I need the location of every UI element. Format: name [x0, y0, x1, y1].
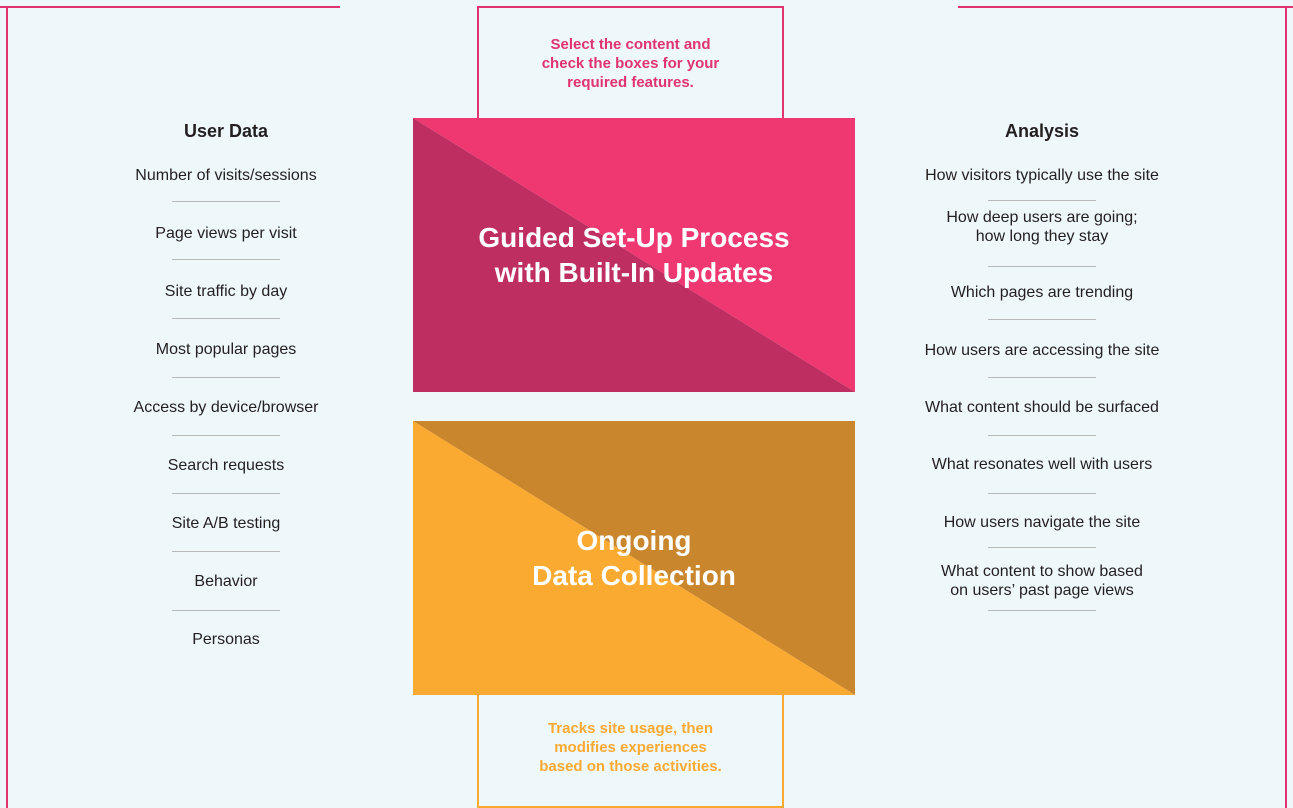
divider [988, 435, 1096, 436]
divider [172, 201, 280, 202]
analysis-column: Analysis How visitors typically use the … [889, 120, 1195, 620]
user-data-column: User Data Number of visits/sessions Page… [90, 120, 362, 660]
frame-left-line [6, 6, 8, 808]
frame-top-right-line [958, 6, 1293, 8]
divider [172, 435, 280, 436]
user-data-item: Site A/B testing [171, 515, 281, 532]
divider [172, 551, 280, 552]
setup-process-title: Guided Set-Up Process with Built-In Upda… [478, 222, 790, 288]
collection-callout: Tracks site usage, then modifies experie… [477, 690, 784, 808]
divider [172, 318, 280, 319]
frame-right-line [1285, 6, 1287, 808]
analysis-item: How users are accessing the site [924, 342, 1160, 359]
divider [988, 319, 1096, 320]
user-data-item: Access by device/browser [133, 399, 319, 416]
analysis-item: How visitors typically use the site [925, 167, 1159, 184]
frame-top-left-line [0, 6, 340, 8]
divider [988, 377, 1096, 378]
divider [172, 610, 280, 611]
setup-callout: Select the content and check the boxes f… [477, 6, 784, 122]
user-data-item: Most popular pages [155, 341, 297, 358]
divider [988, 493, 1096, 494]
analysis-item: What resonates well with users [931, 456, 1153, 473]
analysis-item: What content to show based on users’ pas… [941, 563, 1143, 599]
user-data-heading: User Data [183, 121, 269, 141]
user-data-item: Number of visits/sessions [135, 167, 317, 184]
divider [172, 377, 280, 378]
analysis-item: Which pages are trending [950, 284, 1134, 301]
divider [172, 493, 280, 494]
collection-callout-text: Tracks site usage, then modifies experie… [539, 720, 722, 775]
user-data-item: Search requests [167, 457, 285, 474]
user-data-item: Behavior [194, 573, 258, 590]
analysis-item: What content should be surfaced [925, 399, 1159, 416]
analysis-item: How deep users are going; how long they … [946, 209, 1138, 245]
divider [988, 610, 1096, 611]
user-data-item: Page views per visit [155, 225, 297, 242]
divider [172, 259, 280, 260]
divider [988, 547, 1096, 548]
divider [988, 266, 1096, 267]
analysis-item: How users navigate the site [943, 514, 1141, 531]
user-data-item: Personas [192, 631, 260, 648]
data-collection-title: Ongoing Data Collection [532, 525, 736, 591]
setup-callout-text: Select the content and check the boxes f… [541, 36, 720, 91]
analysis-heading: Analysis [1004, 121, 1080, 141]
setup-process-box: Guided Set-Up Process with Built-In Upda… [413, 118, 855, 392]
user-data-item: Site traffic by day [164, 283, 288, 300]
data-collection-box: Ongoing Data Collection [413, 421, 855, 695]
divider [988, 200, 1096, 201]
